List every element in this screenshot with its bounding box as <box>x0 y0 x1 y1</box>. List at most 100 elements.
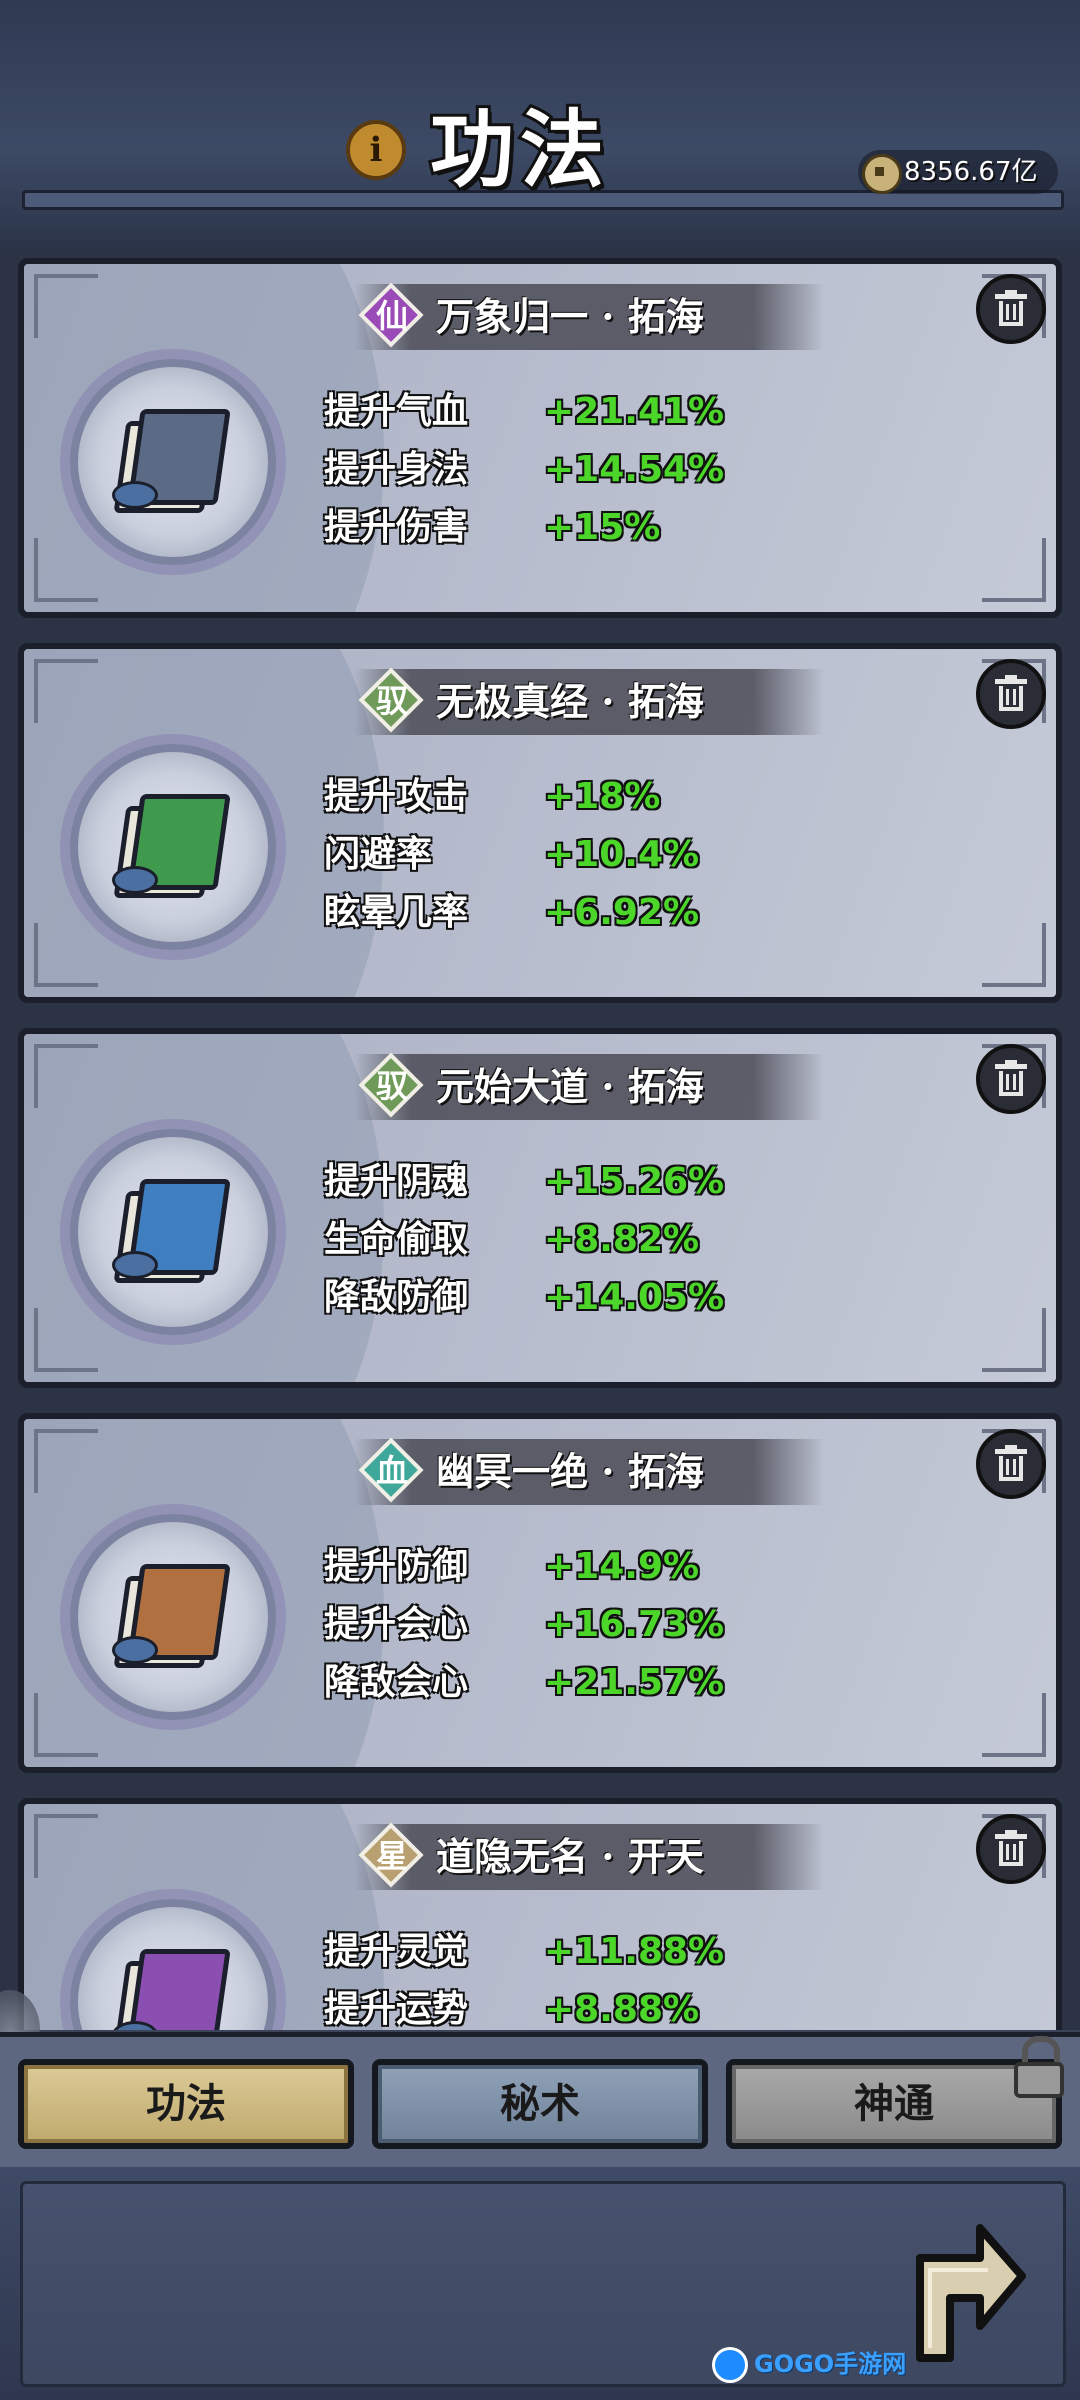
stat-row: 生命偷取 +8.82% <box>324 1210 784 1268</box>
stat-value: +14.05% <box>544 1277 725 1318</box>
frame-corner <box>982 1693 1046 1757</box>
trash-icon <box>995 290 1027 326</box>
tab-mishu[interactable]: 秘术 <box>372 2059 708 2149</box>
currency-display: 8356.67亿 <box>858 150 1058 194</box>
frame-corner <box>982 538 1046 602</box>
stat-list: 提升攻击 +18% 闪避率 +10.4% 眩晕几率 +6.92% <box>324 767 784 941</box>
stat-value: +16.73% <box>544 1604 725 1645</box>
grade-glyph: 仙 <box>375 297 408 335</box>
stat-row: 提升灵觉 +11.88% <box>324 1922 784 1980</box>
technique-medallion <box>70 359 276 565</box>
book-icon <box>112 794 231 898</box>
technique-card[interactable]: 星 道隐无名 · 开天 提升灵觉 +11.88% 提升运势 +8.88% <box>18 1798 1062 2030</box>
delete-button[interactable] <box>976 1044 1046 1114</box>
grade-glyph: 驭 <box>375 682 408 720</box>
stat-label: 提升防御 <box>324 1545 469 1587</box>
technique-name: 幽冥一绝 · 拓海 <box>436 1449 704 1494</box>
stat-label: 生命偷取 <box>324 1218 469 1260</box>
frame-corner <box>982 923 1046 987</box>
gogo-logo-icon <box>712 2347 748 2383</box>
stat-value: +21.57% <box>544 1662 725 1703</box>
stat-row: 降敌防御 +14.05% <box>324 1268 784 1326</box>
stat-label: 提升气血 <box>324 390 469 432</box>
stat-row: 提升攻击 +18% <box>324 767 784 825</box>
title-banner: 星 道隐无名 · 开天 <box>354 1822 824 1890</box>
title-banner: 驭 无极真经 · 拓海 <box>354 667 824 735</box>
stat-label: 提升阴魂 <box>324 1160 469 1202</box>
technique-medallion <box>70 744 276 950</box>
frame-corner <box>34 659 98 723</box>
stat-row: 提升防御 +14.9% <box>324 1537 784 1595</box>
stat-list: 提升灵觉 +11.88% 提升运势 +8.88% <box>324 1922 784 2030</box>
frame-corner <box>34 538 98 602</box>
trash-icon <box>995 1830 1027 1866</box>
technique-card[interactable]: 血 幽冥一绝 · 拓海 提升防御 +14.9% 提升会心 +16.73% 降敌会心 +… <box>18 1413 1062 1773</box>
frame-corner <box>34 1308 98 1372</box>
grade-badge: 驭 <box>358 667 424 733</box>
stat-value: +15.26% <box>544 1161 725 1202</box>
stat-label: 降敌防御 <box>324 1276 469 1318</box>
frame-corner <box>982 1308 1046 1372</box>
grade-badge: 驭 <box>358 1052 424 1118</box>
delete-button[interactable] <box>976 659 1046 729</box>
book-icon <box>112 1564 231 1668</box>
stat-value: +10.4% <box>544 834 700 875</box>
technique-card[interactable]: 仙 万象归一 · 拓海 提升气血 +21.41% 提升身法 +14.54% 提升伤害… <box>18 258 1062 618</box>
book-icon <box>112 409 231 513</box>
title-banner: 仙 万象归一 · 拓海 <box>354 282 824 350</box>
stat-list: 提升气血 +21.41% 提升身法 +14.54% 提升伤害 +15% <box>324 382 784 556</box>
stat-label: 提升身法 <box>324 448 469 490</box>
stat-row: 闪避率 +10.4% <box>324 825 784 883</box>
coin-icon <box>862 154 902 194</box>
technique-card[interactable]: 驭 无极真经 · 拓海 提升攻击 +18% 闪避率 +10.4% 眩晕几率 +6.92… <box>18 643 1062 1003</box>
grade-badge: 仙 <box>358 282 424 348</box>
delete-button[interactable] <box>976 1429 1046 1499</box>
tab-gongfa[interactable]: 功法 <box>18 2059 354 2149</box>
trash-icon <box>995 675 1027 711</box>
grade-glyph: 血 <box>375 1452 408 1490</box>
info-icon[interactable]: i <box>346 120 406 180</box>
stat-label: 眩晕几率 <box>324 891 469 933</box>
technique-name: 元始大道 · 拓海 <box>436 1064 704 1109</box>
technique-medallion <box>70 1899 276 2030</box>
stat-value: +8.88% <box>544 1989 700 2030</box>
frame-corner <box>34 274 98 338</box>
delete-button[interactable] <box>976 274 1046 344</box>
stat-row: 提升运势 +8.88% <box>324 1980 784 2030</box>
technique-name: 道隐无名 · 开天 <box>436 1834 704 1879</box>
stat-value: +21.41% <box>544 391 725 432</box>
technique-list[interactable]: 仙 万象归一 · 拓海 提升气血 +21.41% 提升身法 +14.54% 提升伤害… <box>0 250 1080 2030</box>
stat-list: 提升阴魂 +15.26% 生命偷取 +8.82% 降敌防御 +14.05% <box>324 1152 784 1326</box>
grade-glyph: 驭 <box>375 1067 408 1105</box>
page-title: 功法 <box>427 97 611 202</box>
stat-value: +8.82% <box>544 1219 700 1260</box>
stat-row: 提升会心 +16.73% <box>324 1595 784 1653</box>
frame-corner <box>34 1429 98 1493</box>
grade-glyph: 星 <box>375 1837 408 1875</box>
stat-label: 提升会心 <box>324 1603 469 1645</box>
stat-label: 提升灵觉 <box>324 1930 469 1972</box>
technique-name: 万象归一 · 拓海 <box>436 294 704 339</box>
stat-row: 提升阴魂 +15.26% <box>324 1152 784 1210</box>
header-bar: i 功法 8356.67亿 <box>0 0 1080 256</box>
stat-value: +11.88% <box>544 1931 725 1972</box>
trash-icon <box>995 1445 1027 1481</box>
stat-value: +15% <box>544 507 661 548</box>
stat-row: 降敌会心 +21.57% <box>324 1653 784 1711</box>
stat-label: 提升伤害 <box>324 506 469 548</box>
technique-card[interactable]: 驭 元始大道 · 拓海 提升阴魂 +15.26% 生命偷取 +8.82% 降敌防御 +… <box>18 1028 1062 1388</box>
technique-medallion <box>70 1514 276 1720</box>
frame-corner <box>34 1044 98 1108</box>
delete-button[interactable] <box>976 1814 1046 1884</box>
technique-medallion <box>70 1129 276 1335</box>
tab-bar: 功法 秘术 神通 <box>0 2032 1080 2172</box>
title-banner: 驭 元始大道 · 拓海 <box>354 1052 824 1120</box>
frame-corner <box>34 1814 98 1878</box>
book-icon <box>112 1949 231 2030</box>
stat-value: +18% <box>544 776 661 817</box>
grade-badge: 血 <box>358 1437 424 1503</box>
stat-label: 提升运势 <box>324 1988 469 2030</box>
stat-value: +14.54% <box>544 449 725 490</box>
stat-label: 提升攻击 <box>324 775 469 817</box>
stat-label: 闪避率 <box>324 833 433 875</box>
